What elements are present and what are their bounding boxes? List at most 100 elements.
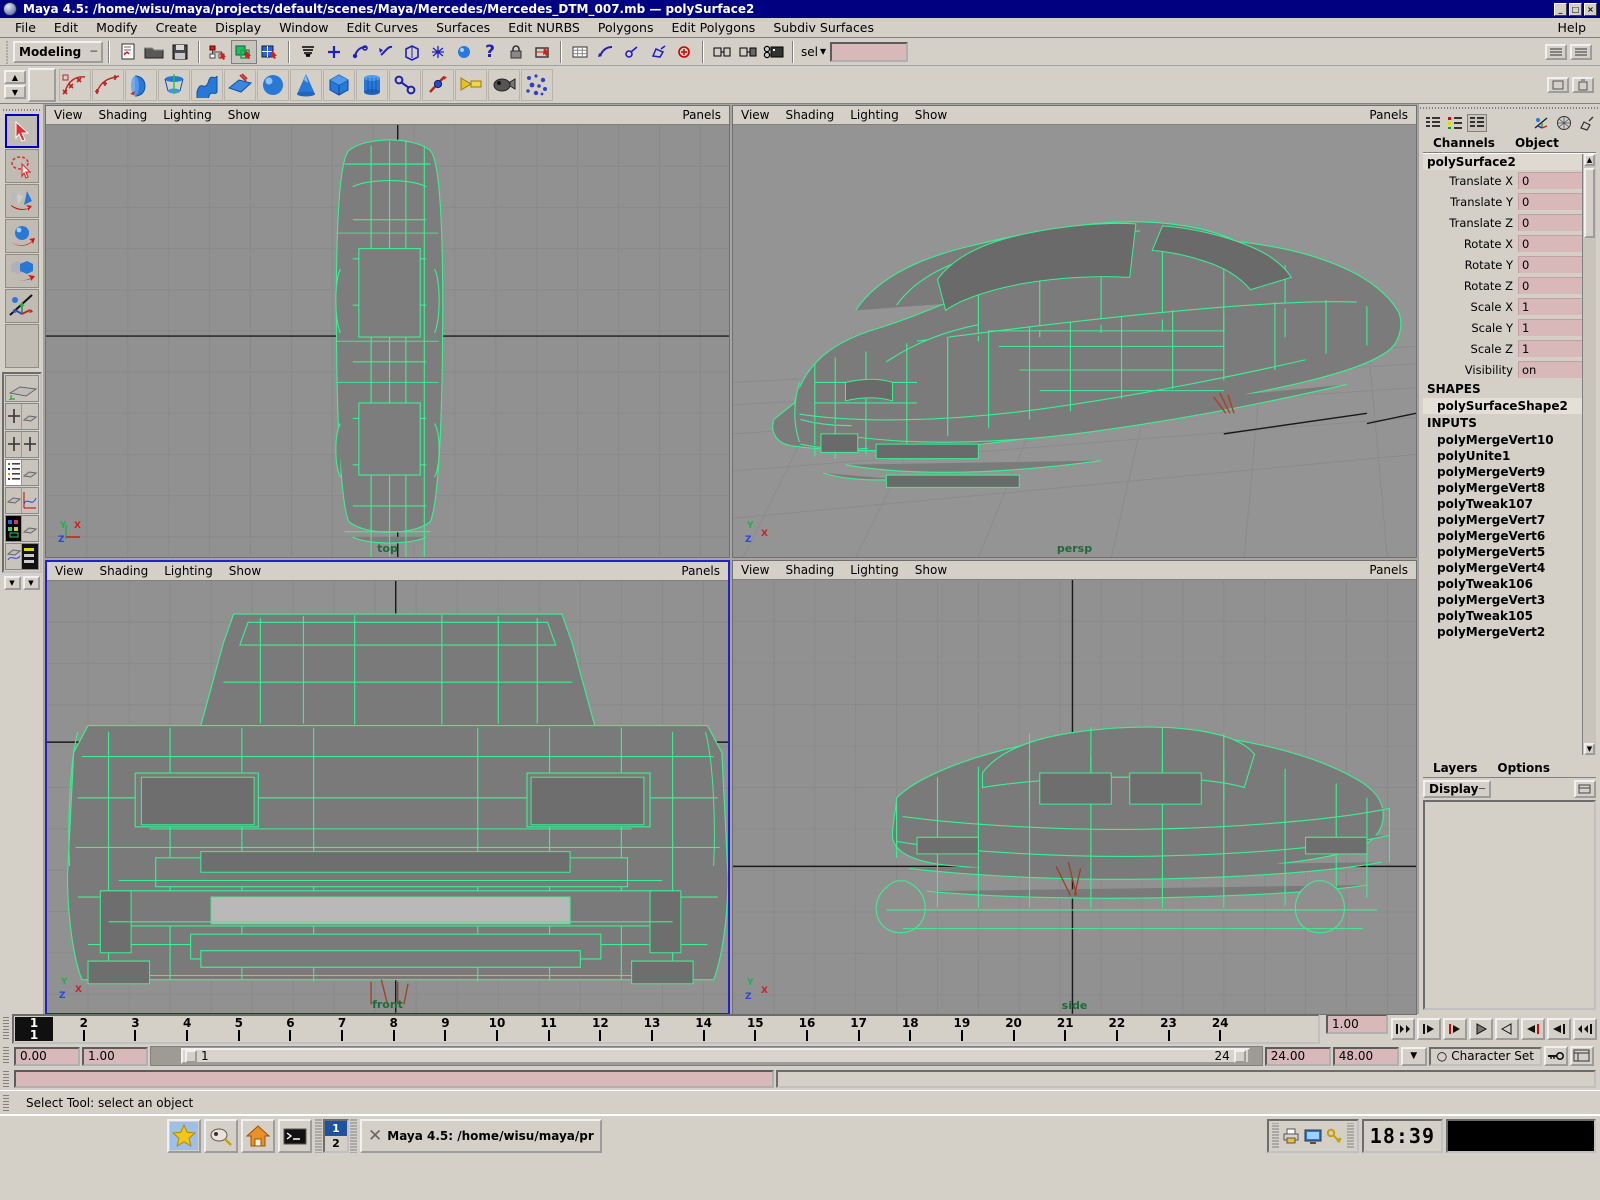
select-by-hierarchy-icon[interactable] (205, 39, 231, 64)
selection-mask-icon[interactable] (295, 39, 321, 64)
vp-front-menu-shading[interactable]: Shading (91, 564, 156, 578)
layer-list[interactable] (1423, 800, 1596, 1010)
vp-side-panels-menu[interactable]: Panels (1361, 563, 1416, 577)
command-line-grip[interactable] (0, 1071, 12, 1087)
layout-single-perspective[interactable] (4, 375, 39, 402)
toolbox-grip[interactable] (2, 106, 41, 114)
input-item[interactable]: polyMergeVert9 (1423, 464, 1596, 480)
animation-preferences-icon[interactable] (1570, 1046, 1594, 1066)
viewport-front-canvas[interactable]: front Y X Z (47, 581, 728, 1014)
channel-layer-editor-icon[interactable] (1467, 114, 1487, 132)
key-icon[interactable] (1325, 1126, 1345, 1146)
vp-persp-menu-lighting[interactable]: Lighting (842, 108, 907, 122)
vp-front-menu-view[interactable]: View (47, 564, 91, 578)
pager-grip-left[interactable] (315, 1119, 322, 1153)
vp-side-menu-lighting[interactable]: Lighting (842, 563, 907, 577)
tab-channels[interactable]: Channels (1423, 134, 1505, 152)
grid-display-icon[interactable] (567, 39, 593, 64)
input-item[interactable]: polyMergeVert5 (1423, 544, 1596, 560)
open-scene-icon[interactable] (141, 39, 167, 64)
nurbs-sphere-icon[interactable] (257, 68, 289, 101)
input-item[interactable]: polyTweak106 (1423, 576, 1596, 592)
maximize-button[interactable]: □ (1569, 2, 1582, 16)
minimize-button[interactable]: _ (1554, 2, 1567, 16)
viewport-persp[interactable]: View Shading Lighting Show Panels persp … (732, 105, 1417, 559)
vp-persp-menu-shading[interactable]: Shading (777, 108, 842, 122)
channel-row-scale-x[interactable]: Scale X 1 (1423, 296, 1596, 317)
range-slider-bar[interactable]: 1 24 (150, 1046, 1263, 1066)
input-connections-icon[interactable] (709, 39, 735, 64)
menu-set-selector[interactable]: Modeling ─ (13, 40, 103, 63)
vp-top-menu-lighting[interactable]: Lighting (155, 108, 220, 122)
toolbox-scroll-left-icon[interactable]: ▼ (3, 576, 21, 590)
paint-tool-icon[interactable] (488, 68, 520, 101)
menu-edit-nurbs[interactable]: Edit NURBS (499, 19, 589, 36)
time-slider[interactable]: 1 1 2 3 4 5 6 7 8 9 10 11 12 13 14 15 16 17 18 19 20 21 22 23… (12, 1014, 1320, 1044)
input-item[interactable]: polyMergeVert2 (1423, 624, 1596, 640)
help-line-grip[interactable] (0, 1094, 12, 1111)
tab-options[interactable]: Options (1487, 759, 1560, 777)
selection-mode-arrow-icon[interactable]: ▼ (820, 47, 826, 56)
close-button[interactable]: × (1584, 2, 1597, 16)
step-forward-frame-icon[interactable] (1521, 1018, 1545, 1040)
layer-display-mode-button[interactable]: Display ─ (1423, 780, 1491, 798)
revolve-icon[interactable] (125, 68, 157, 101)
range-end-handle[interactable] (1233, 1049, 1246, 1063)
show-manipulator-panel-icon[interactable] (1532, 114, 1552, 132)
paint-weights-icon[interactable] (671, 39, 697, 64)
help-question-icon[interactable]: ? (477, 39, 503, 64)
animation-end-time-field[interactable]: 48.00 (1332, 1046, 1399, 1066)
menu-help[interactable]: Help (1549, 19, 1600, 36)
vp-top-panels-menu[interactable]: Panels (674, 108, 729, 122)
channel-row-visibility[interactable]: Visibility on (1423, 359, 1596, 380)
menu-display[interactable]: Display (206, 19, 270, 36)
selection-name-field[interactable] (830, 41, 909, 62)
scroll-up-arrow-icon[interactable]: ▲ (1584, 154, 1595, 166)
star-launcher-icon[interactable] (167, 1119, 201, 1153)
play-forwards-icon[interactable] (1495, 1018, 1519, 1040)
input-item[interactable]: polyMergeVert10 (1423, 432, 1596, 448)
taskbar-clock[interactable]: 18:39 (1361, 1119, 1443, 1153)
menu-polygons[interactable]: Polygons (589, 19, 663, 36)
playback-options-arrow-icon[interactable]: ▼ (1400, 1046, 1427, 1066)
vp-front-panels-menu[interactable]: Panels (673, 564, 728, 578)
poly-plane-icon[interactable] (389, 68, 421, 101)
viewport-side-canvas[interactable]: side Y X Z (733, 580, 1416, 1015)
vp-top-menu-shading[interactable]: Shading (90, 108, 155, 122)
poly-cube-icon[interactable] (323, 68, 355, 101)
right-panel-grip[interactable] (1419, 104, 1600, 112)
display-icon[interactable] (1303, 1126, 1323, 1146)
shelf-tab-scroller[interactable]: ▲ ▼ (2, 68, 28, 102)
render-globe-icon[interactable] (451, 39, 477, 64)
scale-tool[interactable] (4, 254, 39, 288)
go-to-start-icon[interactable] (1391, 1018, 1415, 1040)
render-current-frame-icon[interactable] (619, 39, 645, 64)
loft-icon[interactable] (158, 68, 190, 101)
viewport-persp-canvas[interactable]: persp Y X Z (733, 125, 1416, 558)
cv-curve-icon[interactable] (59, 68, 91, 101)
command-input-field[interactable] (14, 1070, 774, 1088)
paint-effects-icon[interactable] (645, 39, 671, 64)
pager-desktop-1[interactable]: 1 (325, 1121, 347, 1136)
pager-desktops[interactable]: 1 2 (323, 1119, 349, 1153)
shape-item[interactable]: polySurfaceShape2 (1423, 398, 1596, 414)
layout-outliner-persp[interactable] (4, 459, 39, 486)
viewport-side[interactable]: View Shading Lighting Show Panels side Y… (732, 560, 1417, 1016)
channel-row-rotate-y[interactable]: Rotate Y 0 (1423, 254, 1596, 275)
layout-persp-graph[interactable] (4, 487, 39, 514)
command-output-field[interactable] (776, 1070, 1596, 1088)
vp-persp-menu-show[interactable]: Show (907, 108, 955, 122)
extrude-icon[interactable] (191, 68, 223, 101)
vp-side-menu-show[interactable]: Show (907, 563, 955, 577)
menu-window[interactable]: Window (270, 19, 337, 36)
auto-key-icon[interactable] (1544, 1046, 1568, 1066)
vp-front-menu-lighting[interactable]: Lighting (156, 564, 221, 578)
shelf-delete-icon[interactable] (1572, 76, 1594, 93)
input-item[interactable]: polyUnite1 (1423, 448, 1596, 464)
tab-layers[interactable]: Layers (1423, 759, 1487, 777)
menu-subdiv-surfaces[interactable]: Subdiv Surfaces (764, 19, 883, 36)
vp-side-menu-shading[interactable]: Shading (777, 563, 842, 577)
time-slider-grip[interactable] (0, 1014, 12, 1044)
layout-four-panes[interactable] (4, 431, 39, 458)
shelf-scroll-up-icon[interactable]: ▲ (4, 70, 26, 84)
